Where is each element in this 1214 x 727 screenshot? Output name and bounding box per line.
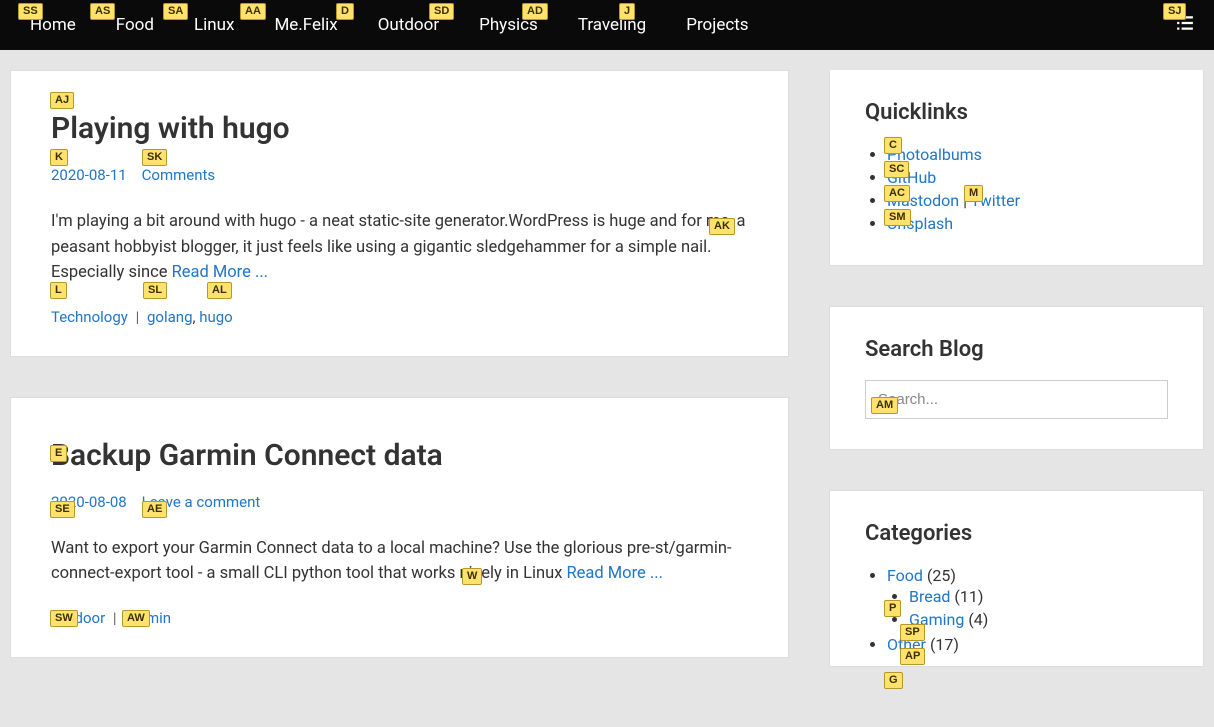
read-more-link[interactable]: Read More ... xyxy=(566,564,662,583)
post-tags: Outdoor | garmin xyxy=(51,609,748,627)
quicklinks-card: Quicklinks Photoalbums GitHub Mastodon |… xyxy=(829,70,1204,266)
nav-mefelix[interactable]: Me.Felix xyxy=(254,15,357,35)
top-nav: Home Food Linux Me.Felix Outdoor Physics… xyxy=(0,0,1214,50)
category-link-gaming[interactable]: Gaming xyxy=(909,610,964,629)
post-comments-link[interactable]: Comments xyxy=(142,166,216,184)
categories-card: Categories Food (25) Bread (11) Gaming (… xyxy=(829,490,1204,667)
read-more-link[interactable]: Read More ... xyxy=(172,263,268,282)
category-link-bread[interactable]: Bread xyxy=(909,587,950,606)
nav-linux[interactable]: Linux xyxy=(174,15,254,35)
nav-traveling[interactable]: Traveling xyxy=(558,15,666,35)
post-tag-link[interactable]: golang xyxy=(147,308,193,326)
post-card: Playing with hugo 2020-08-11 Comments I'… xyxy=(10,70,789,357)
post-date-link[interactable]: 2020-08-08 xyxy=(51,493,127,511)
post-card: Backup Garmin Connect data 2020-08-08 Le… xyxy=(10,397,789,658)
main-column: Playing with hugo 2020-08-11 Comments I'… xyxy=(10,70,789,707)
search-card: Search Blog xyxy=(829,306,1204,450)
post-meta: 2020-08-08 Leave a comment xyxy=(51,493,748,511)
post-tag-link[interactable]: garmin xyxy=(124,609,171,627)
category-link-other[interactable]: Other xyxy=(887,635,926,654)
post-title-link[interactable]: Backup Garmin Connect data xyxy=(51,438,443,473)
post-comments-link[interactable]: Leave a comment xyxy=(142,493,261,511)
quicklink-mastodon[interactable]: Mastodon xyxy=(887,191,959,210)
nav-outdoor[interactable]: Outdoor xyxy=(358,15,459,35)
post-date-link[interactable]: 2020-08-11 xyxy=(51,166,127,184)
post-tag-link[interactable]: hugo xyxy=(199,308,233,326)
post-title-link[interactable]: Playing with hugo xyxy=(51,111,290,146)
post-tags: Technology | golang, hugo xyxy=(51,308,748,326)
nav-food[interactable]: Food xyxy=(96,15,174,35)
post-meta: 2020-08-11 Comments xyxy=(51,166,748,184)
search-input[interactable] xyxy=(865,380,1168,419)
post-category-link[interactable]: Outdoor xyxy=(51,609,105,627)
quicklink-unsplash[interactable]: Unsplash xyxy=(887,214,953,233)
quicklink-github[interactable]: GitHub xyxy=(887,168,936,187)
nav-physics[interactable]: Physics xyxy=(459,15,558,35)
quicklinks-title: Quicklinks xyxy=(865,100,1168,125)
post-excerpt: I'm playing a bit around with hugo - a n… xyxy=(51,209,748,286)
nav-home[interactable]: Home xyxy=(10,15,96,35)
sidebar: Quicklinks Photoalbums GitHub Mastodon |… xyxy=(829,70,1204,707)
search-title: Search Blog xyxy=(865,337,1168,362)
quicklink-twitter[interactable]: Twitter xyxy=(971,191,1020,210)
post-excerpt: Want to export your Garmin Connect data … xyxy=(51,536,748,587)
quicklink-photoalbums[interactable]: Photoalbums xyxy=(887,145,982,164)
post-category-link[interactable]: Technology xyxy=(51,308,128,326)
toc-icon[interactable] xyxy=(1176,14,1194,36)
category-link-food[interactable]: Food xyxy=(887,566,923,585)
categories-title: Categories xyxy=(865,521,1168,546)
nav-projects[interactable]: Projects xyxy=(666,15,768,35)
